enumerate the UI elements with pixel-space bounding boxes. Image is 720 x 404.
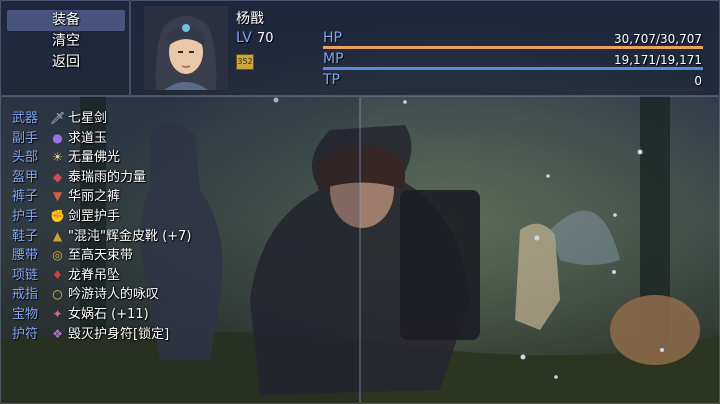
equipment-item-name: "混沌"辉金皮靴 (+7) [68,228,192,244]
equipment-row[interactable]: 护符 ❖ 毁灭护身符[锁定] [0,325,360,344]
hp-bar-fill [323,46,703,49]
equipment-item-name: 吟游诗人的咏叹 [68,287,160,303]
equipment-item-name: 七星剑 [68,111,108,126]
hp-bar [323,46,703,49]
equipment-item-name: 求道玉 [68,130,108,146]
mp-value: 19,171/19,171 [613,53,702,67]
equipment-row[interactable]: 盔甲 ◆ 泰瑞雨的力量 [0,168,360,187]
equipment-item-name: 泰瑞雨的力量 [68,169,147,185]
equipment-slot-label: 腰带 [12,248,39,264]
equipment-row[interactable]: 项链 ♦ 龙脊吊坠 [0,266,360,285]
character-name: 杨戬 [236,11,264,27]
stone-icon: ✦ [52,307,63,321]
equipment-row[interactable]: 裤子 ▼ 华丽之裤 [0,187,360,206]
equipment-row[interactable]: 护手 ✊ 剑罡护手 [0,207,360,226]
amulet-icon: ❖ [52,326,63,341]
equipment-slot-label: 武器 [12,111,39,126]
mp-bar-fill [323,67,703,70]
armor-icon: ◆ [52,169,63,184]
orb-icon: ● [52,130,63,145]
equipment-row[interactable]: 鞋子 ▲ "混沌"辉金皮靴 (+7) [0,227,360,246]
menu-item-equip[interactable]: 装备 [7,10,125,31]
equipment-item-name: 剑罡护手 [68,209,121,224]
halo-icon: ☀ [52,150,63,165]
equipment-slot-label: 护符 [12,326,39,342]
equipment-row[interactable]: 副手 ● 求道玉 [0,129,360,148]
equipment-slot-label: 头部 [12,150,39,166]
equipment-slot-label: 鞋子 [12,228,39,244]
rank-badge: 352 [236,54,254,70]
equipment-row[interactable]: 腰带 ◎ 至高天束带 [0,246,360,265]
equipment-slot-label: 裤子 [12,189,39,205]
menu-item-clear[interactable]: 清空 [7,31,125,52]
equipment-slot-label: 盔甲 [12,169,39,185]
character-portrait [144,6,228,90]
equipment-item-name: 无量佛光 [68,150,121,166]
level-label: LV [236,30,252,46]
equipment-item-name: 女娲石 (+11) [68,307,149,322]
mp-bar [323,67,703,70]
hp-value: 30,707/30,707 [613,32,702,46]
belt-icon: ◎ [52,248,63,263]
item-list-window [360,96,720,404]
command-window: 装备 清空 返回 [0,0,130,96]
gauntlet-icon: ✊ [50,209,65,223]
equipment-item-name: 龙脊吊坠 [68,267,121,283]
equipment-row[interactable]: 武器 🗡 七星剑 [0,109,360,128]
equipment-slot-label: 护手 [12,209,39,224]
mp-label: MP [323,51,344,67]
equipment-row[interactable]: 戒指 ○ 吟游诗人的咏叹 [0,285,360,304]
equipment-item-name: 毁灭护身符[锁定] [68,326,170,342]
equipment-slot-label: 宝物 [12,307,39,322]
equipment-slot-label: 戒指 [12,287,39,303]
ring-icon: ○ [52,287,63,302]
boots-icon: ▲ [52,228,63,243]
equipment-slot-label: 副手 [12,130,39,146]
equipment-slot-label: 项链 [12,267,39,283]
tp-value: 0 [694,74,702,88]
tp-label: TP [323,72,340,88]
pants-icon: ▼ [52,189,63,204]
equipment-row[interactable]: 头部 ☀ 无量佛光 [0,148,360,167]
menu-item-back[interactable]: 返回 [7,52,125,73]
tp-bar [323,88,703,91]
level-value: 70 [257,31,274,46]
equipment-item-name: 至高天束带 [68,248,134,264]
equipment-row[interactable]: 宝物 ✦ 女娲石 (+11) [0,305,360,324]
sword-icon: 🗡 [50,111,66,125]
pendant-icon: ♦ [52,267,63,282]
equipment-item-name: 华丽之裤 [68,189,121,205]
hp-label: HP [323,30,342,46]
